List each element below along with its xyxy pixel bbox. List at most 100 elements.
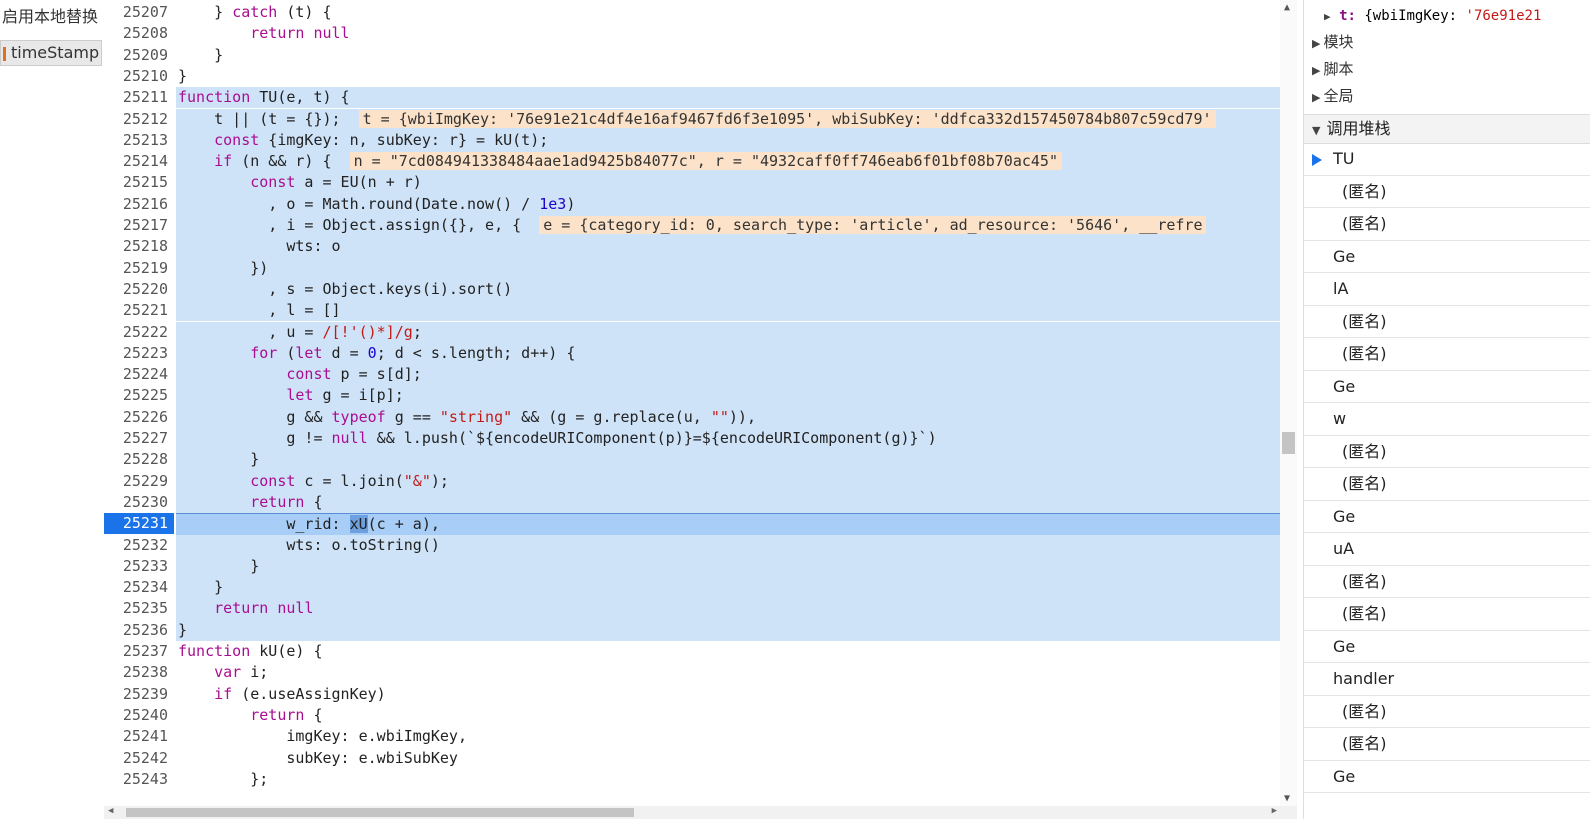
call-stack-frame[interactable]: uA xyxy=(1304,533,1590,566)
line-number[interactable]: 25223 xyxy=(104,343,174,364)
call-stack-frame[interactable]: (匿名) xyxy=(1304,338,1590,371)
line-number[interactable]: 25243 xyxy=(104,769,174,790)
line-number[interactable]: 25239 xyxy=(104,684,174,705)
call-stack-frame[interactable]: TU xyxy=(1304,143,1590,176)
code-editor[interactable]: 25207 } catch (t) {25208 return null 2520… xyxy=(104,0,1297,806)
line-number[interactable]: 25210 xyxy=(104,66,174,87)
code-line[interactable]: 25218 wts: o xyxy=(104,236,1297,258)
call-stack-frame[interactable]: Ge xyxy=(1304,371,1590,403)
call-stack-frame[interactable]: Ge xyxy=(1304,761,1590,793)
code-line[interactable]: 25215 const a = EU(n + r) xyxy=(104,172,1297,194)
code-line[interactable]: 25232 wts: o.toString() xyxy=(104,534,1297,556)
call-stack-frame[interactable]: lA xyxy=(1304,273,1590,306)
scroll-thumb[interactable] xyxy=(1282,432,1295,454)
code-line[interactable]: 25217 , i = Object.assign({}, e, { e = {… xyxy=(104,215,1297,237)
code-line[interactable]: 25209 } xyxy=(104,45,1297,66)
code-line[interactable]: 25224 const p = s[d]; xyxy=(104,364,1297,386)
code-line[interactable]: 25239 if (e.useAssignKey) xyxy=(104,684,1297,705)
call-stack-frame[interactable]: (匿名) xyxy=(1304,696,1590,728)
call-stack-frame[interactable]: Ge xyxy=(1304,501,1590,533)
code-line[interactable]: 25242 subKey: e.wbiSubKey xyxy=(104,748,1297,769)
code-line[interactable]: 25212 t || (t = {}); t = {wbiImgKey: '76… xyxy=(104,108,1297,130)
line-number[interactable]: 25214 xyxy=(104,151,174,172)
scroll-down-icon[interactable]: ▼ xyxy=(1284,793,1290,804)
code-line[interactable]: 25229 const c = l.join("&"); xyxy=(104,470,1297,492)
call-stack-frame[interactable]: (匿名) xyxy=(1304,566,1590,598)
line-number[interactable]: 25236 xyxy=(104,620,174,641)
line-number[interactable]: 25232 xyxy=(104,535,174,556)
line-number[interactable]: 25220 xyxy=(104,279,174,300)
code-line[interactable]: 25228 } xyxy=(104,449,1297,471)
call-stack-frame[interactable]: (匿名) xyxy=(1304,436,1590,468)
code-line[interactable]: 25234 } xyxy=(104,577,1297,599)
code-line[interactable]: 25243 }; xyxy=(104,769,1297,790)
scroll-up-icon[interactable]: ▲ xyxy=(1284,2,1290,13)
code-line[interactable]: 25208 return null xyxy=(104,23,1297,44)
line-number[interactable]: 25217 xyxy=(104,215,174,236)
code-line[interactable]: 25226 g && typeof g == "string" && (g = … xyxy=(104,406,1297,428)
editor-vertical-scrollbar[interactable]: ▲ ▼ xyxy=(1280,0,1297,806)
line-number[interactable]: 25237 xyxy=(104,641,174,662)
code-line[interactable]: 25207 } catch (t) { xyxy=(104,2,1297,23)
local-overrides-checkbox-label[interactable]: 启用本地替换 xyxy=(0,3,98,27)
code-line[interactable]: 25225 let g = i[p]; xyxy=(104,385,1297,407)
call-stack-header[interactable]: ▼ 调用堆栈 xyxy=(1304,114,1590,144)
line-number[interactable]: 25228 xyxy=(104,449,174,470)
call-stack-frame[interactable]: w xyxy=(1304,403,1590,436)
call-stack-frame[interactable]: (匿名) xyxy=(1304,176,1590,208)
scope-section-module[interactable]: ▶ 模块 xyxy=(1312,31,1353,52)
line-number[interactable]: 25212 xyxy=(104,109,174,130)
call-stack-frame[interactable]: Ge xyxy=(1304,631,1590,663)
line-number[interactable]: 25226 xyxy=(104,407,174,428)
line-number[interactable]: 25218 xyxy=(104,236,174,257)
line-number[interactable]: 25219 xyxy=(104,258,174,279)
call-stack-frame[interactable]: (匿名) xyxy=(1304,208,1590,241)
editor-horizontal-scrollbar[interactable]: ◀ ▶ xyxy=(104,806,1297,819)
line-number[interactable]: 25233 xyxy=(104,556,174,577)
scope-section-script[interactable]: ▶ 脚本 xyxy=(1312,58,1353,79)
expand-triangle-icon[interactable]: ▶ xyxy=(1324,10,1331,23)
code-line[interactable]: 25211 function TU(e, t) { xyxy=(104,87,1297,109)
code-line[interactable]: 25210} xyxy=(104,66,1297,87)
code-line[interactable]: 25241 imgKey: e.wbiImgKey, xyxy=(104,726,1297,747)
code-line[interactable]: 25240 return { xyxy=(104,705,1297,726)
line-number[interactable]: 25216 xyxy=(104,194,174,215)
collapse-triangle-icon[interactable]: ▼ xyxy=(1312,124,1320,137)
code-line[interactable]: 25236} xyxy=(104,619,1297,641)
scope-variable-t[interactable]: ▶ t: {wbiImgKey: '76e91e21 xyxy=(1324,8,1541,24)
code-line[interactable]: 25213 const {imgKey: n, subKey: r} = kU(… xyxy=(104,129,1297,152)
call-stack-frame[interactable]: (匿名) xyxy=(1304,598,1590,631)
line-number[interactable]: 25213 xyxy=(104,130,174,151)
scroll-right-icon[interactable]: ▶ xyxy=(1272,806,1277,816)
code-line[interactable]: 25216 , o = Math.round(Date.now() / 1e3) xyxy=(104,193,1297,215)
hscroll-thumb[interactable] xyxy=(126,808,634,817)
line-number[interactable]: 25209 xyxy=(104,45,174,66)
line-number[interactable]: 25207 xyxy=(104,2,174,23)
code-line[interactable]: 25238 var i; xyxy=(104,662,1297,683)
line-number[interactable]: 25230 xyxy=(104,492,174,513)
line-number[interactable]: 25221 xyxy=(104,300,174,321)
code-line[interactable]: 25235 return null xyxy=(104,598,1297,620)
code-line[interactable]: 25233 } xyxy=(104,555,1297,578)
code-line[interactable]: 25214 if (n && r) { n = "7cd084941338484… xyxy=(104,151,1297,173)
call-stack-frame[interactable]: (匿名) xyxy=(1304,728,1590,761)
line-number[interactable]: 25222 xyxy=(104,322,174,343)
line-number[interactable]: 25238 xyxy=(104,662,174,683)
scroll-left-icon[interactable]: ◀ xyxy=(108,806,113,816)
line-number[interactable]: 25229 xyxy=(104,471,174,492)
line-number[interactable]: 25240 xyxy=(104,705,174,726)
code-line[interactable]: 25221 , l = [] xyxy=(104,300,1297,322)
line-number[interactable]: 25231 xyxy=(104,513,174,535)
call-stack-frame[interactable]: (匿名) xyxy=(1304,306,1590,338)
line-number[interactable]: 25227 xyxy=(104,428,174,449)
code-line-breakpoint[interactable]: 25231 w_rid: xU(c + a), xyxy=(104,513,1297,537)
code-line[interactable]: 25227 g != null && l.push(`${encodeURICo… xyxy=(104,428,1297,450)
line-number[interactable]: 25211 xyxy=(104,87,174,108)
scope-section-global[interactable]: ▶ 全局 xyxy=(1312,85,1353,106)
line-number[interactable]: 25241 xyxy=(104,726,174,747)
line-number[interactable]: 25215 xyxy=(104,172,174,193)
line-number[interactable]: 25235 xyxy=(104,598,174,619)
call-stack-frame[interactable]: handler xyxy=(1304,663,1590,696)
call-stack-frame[interactable]: (匿名) xyxy=(1304,468,1590,501)
line-number[interactable]: 25208 xyxy=(104,23,174,44)
